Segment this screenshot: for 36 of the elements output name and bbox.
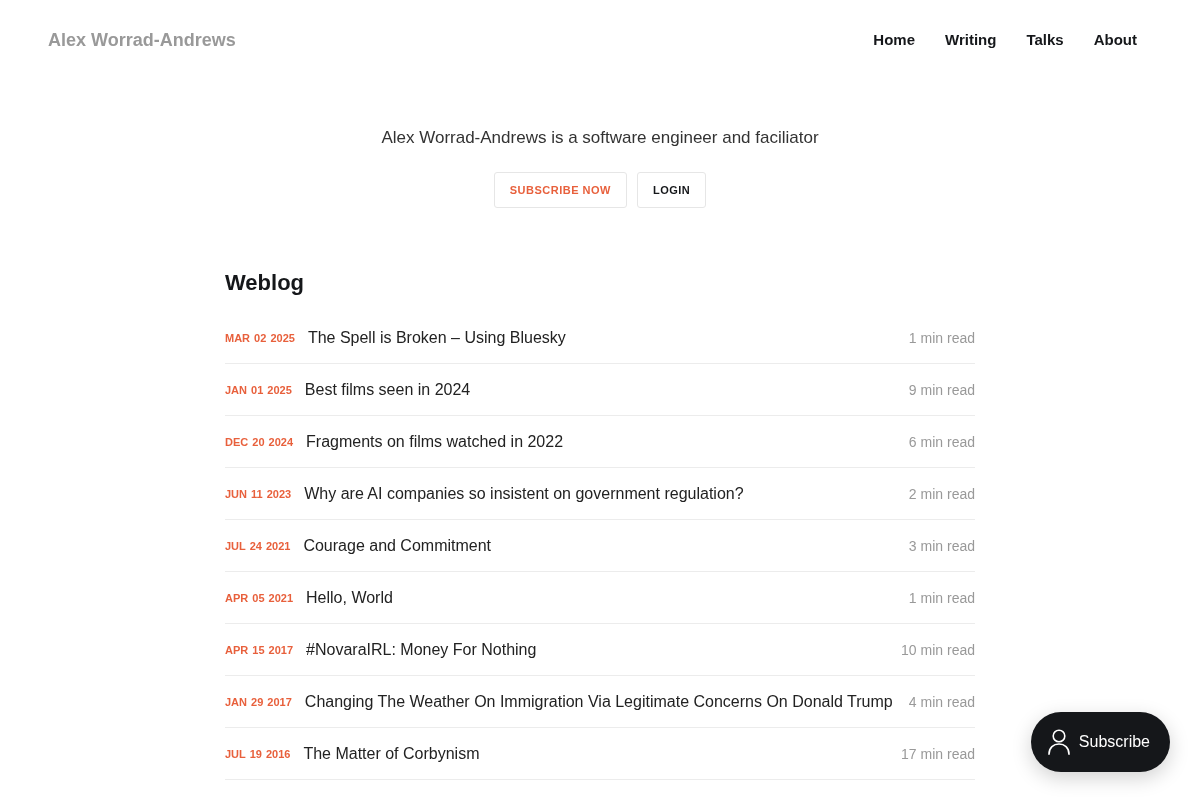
- post-title-link[interactable]: The Matter of Corbynism: [303, 744, 480, 763]
- post-title-link[interactable]: Fragments on films watched in 2022: [306, 432, 564, 451]
- nav-link[interactable]: Home: [873, 30, 916, 50]
- floating-subscribe-button[interactable]: Subscribe: [1030, 712, 1170, 772]
- nav-link[interactable]: About: [1093, 30, 1137, 50]
- read-time: 9 min read: [907, 381, 975, 398]
- read-time: 1 min read: [907, 589, 975, 606]
- read-time: 1 min read: [907, 329, 975, 346]
- post-date: JUL 19 2016: [225, 747, 291, 760]
- post-title-link[interactable]: #NovaraIRL: Money For Nothing: [306, 640, 537, 659]
- nav-link[interactable]: Talks: [1026, 30, 1064, 50]
- read-time: 2 min read: [907, 485, 975, 502]
- nav-link[interactable]: Writing: [945, 30, 997, 50]
- read-time: 10 min read: [900, 641, 975, 658]
- post-date: MAR 02 2025: [225, 331, 295, 344]
- post-date: JUN 11 2023: [225, 487, 292, 500]
- read-time: 4 min read: [907, 693, 975, 710]
- post-title-link[interactable]: Why are AI companies so insistent on government regulation?: [304, 484, 744, 503]
- post-title-link[interactable]: Changing The Weather On Immigration Via Legitimate Concerns On Donald Trump: [304, 692, 893, 711]
- section-heading: Weblog: [225, 269, 306, 297]
- read-time: 17 min read: [900, 745, 975, 762]
- post-title-link[interactable]: The Spell is Broken – Using Bluesky: [307, 328, 566, 347]
- post-date: JAN 01 2025: [225, 383, 292, 396]
- post-date: JUL 24 2021: [225, 539, 291, 552]
- post-title-link[interactable]: Best films seen in 2024: [304, 380, 471, 399]
- site-description: Alex Worrad-Andrews is a software engineer and faciliator: [381, 127, 819, 149]
- person-icon: [1047, 729, 1070, 755]
- post-date: JAN 29 2017: [225, 695, 292, 708]
- post-title-link[interactable]: Hello, World: [306, 588, 393, 607]
- read-time: 6 min read: [907, 433, 975, 450]
- post-date: APR 05 2021: [225, 591, 294, 604]
- login-button[interactable]: LOGIN: [636, 172, 707, 208]
- post-date: APR 15 2017: [225, 643, 294, 656]
- post-date: DEC 20 2024: [225, 435, 294, 448]
- read-time: 3 min read: [907, 537, 975, 554]
- post-title-link[interactable]: Courage and Commitment: [303, 536, 492, 555]
